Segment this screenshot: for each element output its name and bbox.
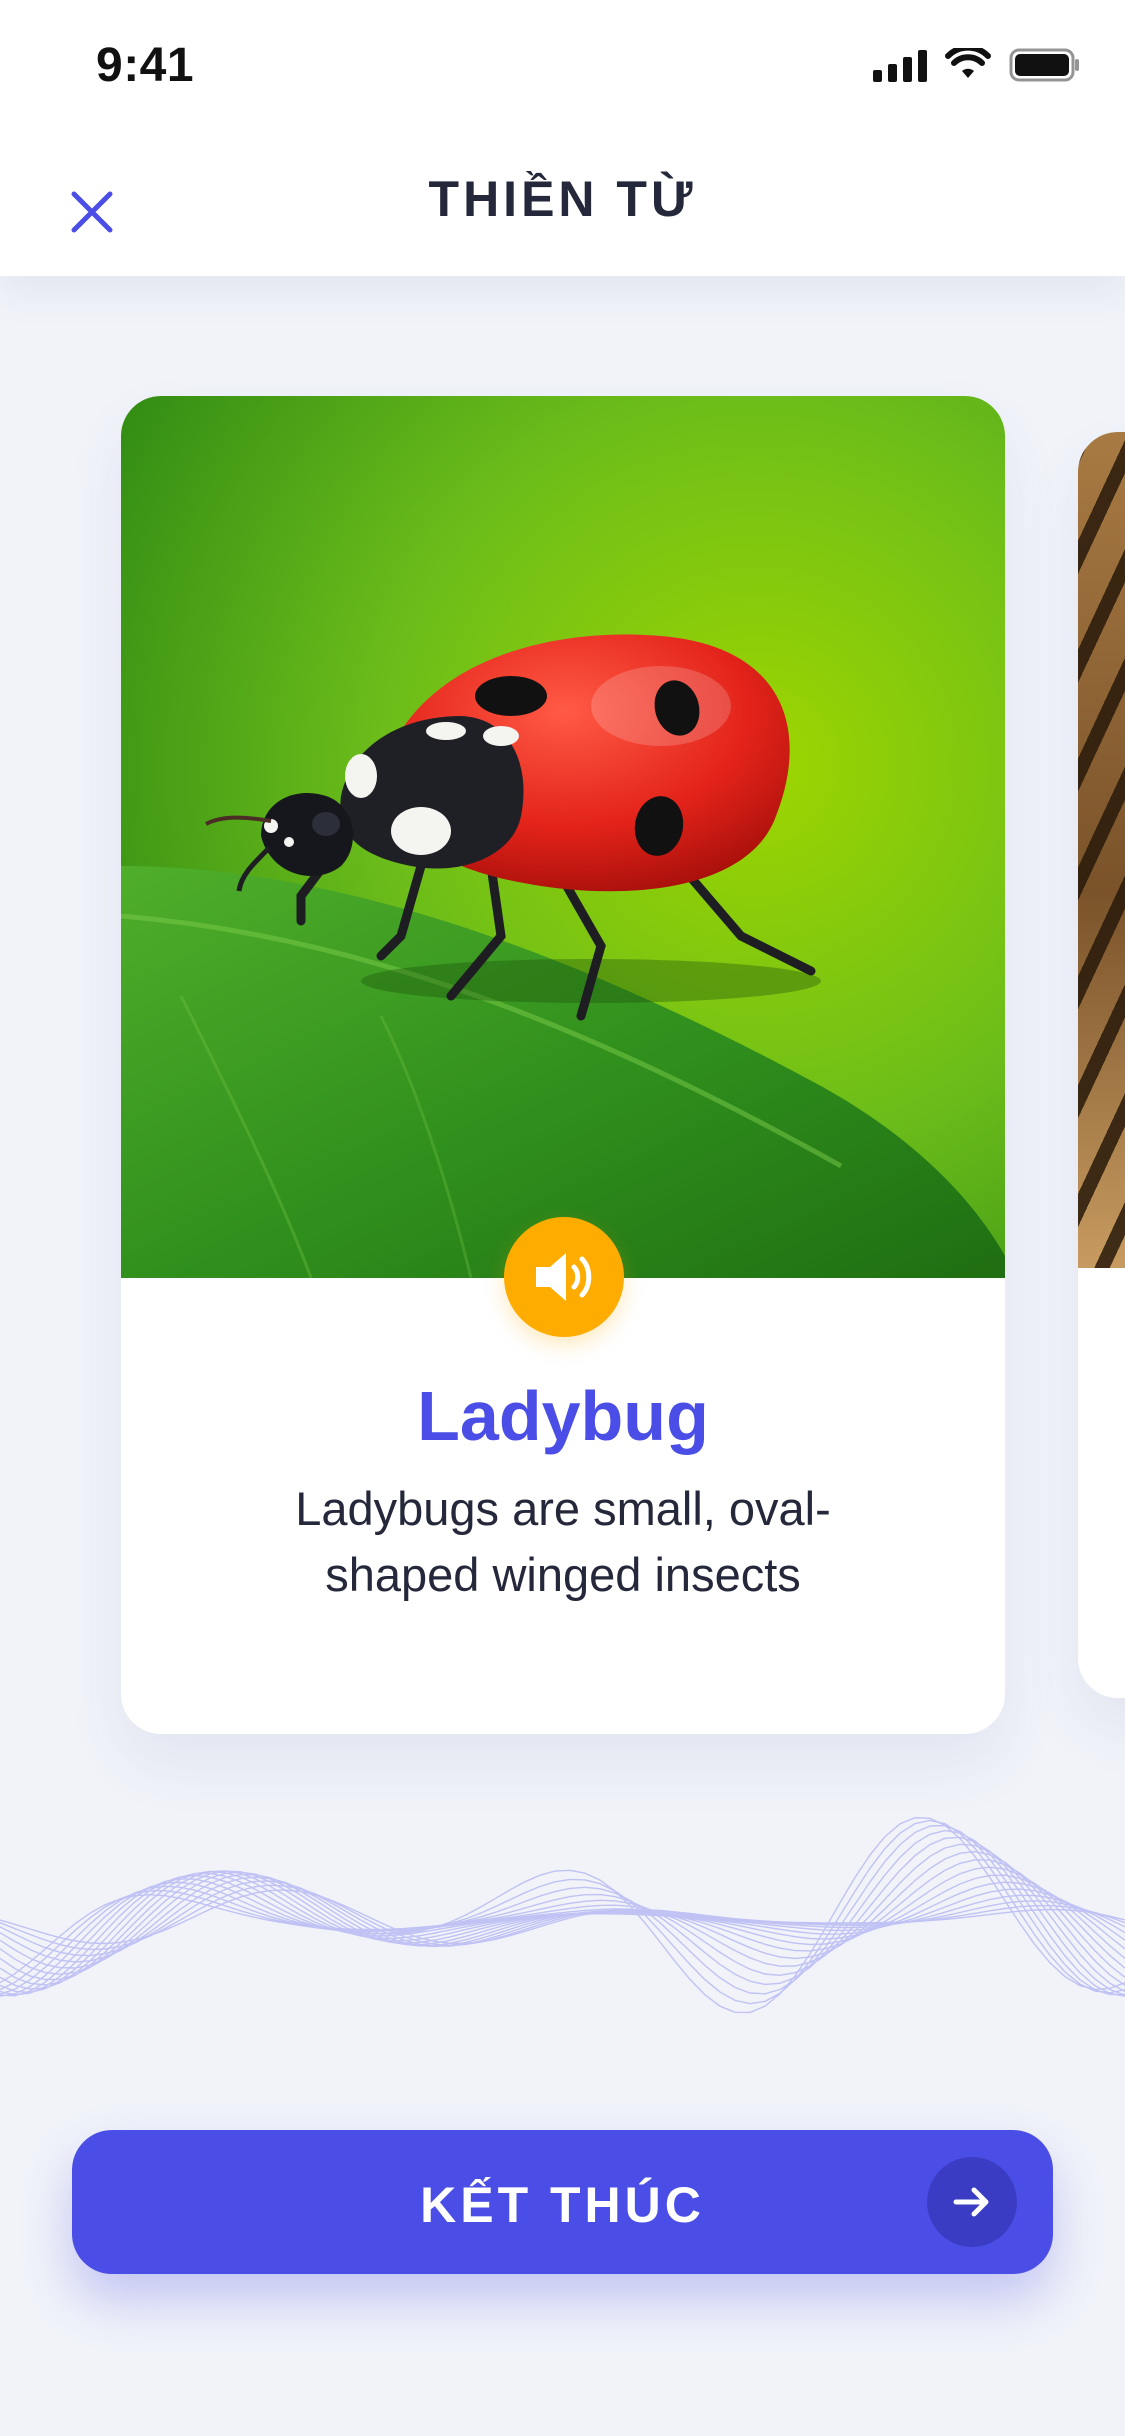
speaker-icon bbox=[536, 1253, 592, 1301]
screen: 9:41 THIỀN TỪ Ladybug Ladybugs are small… bbox=[0, 0, 1125, 2436]
wifi-icon bbox=[945, 48, 991, 78]
sound-wave-line bbox=[0, 1873, 1125, 1969]
vocabulary-card[interactable]: Ladybug Ladybugs are small, oval-shaped … bbox=[121, 396, 1005, 1734]
finish-button-label: KẾT THÚC bbox=[420, 2177, 705, 2233]
word-title: Ladybug bbox=[417, 1377, 709, 1455]
arrow-right-icon bbox=[927, 2157, 1017, 2247]
top-bar: 9:41 THIỀN TỪ bbox=[0, 0, 1125, 276]
word-description: Ladybugs are small, oval-shaped winged i… bbox=[295, 1482, 831, 1601]
status-time: 9:41 bbox=[96, 39, 195, 92]
finish-button[interactable]: KẾT THÚC bbox=[72, 2130, 1053, 2274]
next-card[interactable] bbox=[1078, 432, 1125, 1698]
sound-wave-line bbox=[0, 1859, 1125, 1990]
sound-wave-decoration bbox=[0, 1816, 1125, 2014]
sound-wave-line bbox=[0, 1850, 1125, 1994]
ladybug-image bbox=[121, 396, 1005, 1278]
cellular-signal-icon bbox=[873, 48, 927, 82]
status-icons bbox=[873, 48, 1081, 82]
page-title: THIỀN TỪ bbox=[428, 171, 697, 227]
tiger-image bbox=[1078, 432, 1125, 1268]
sound-wave-line bbox=[0, 1870, 1125, 1981]
battery-icon bbox=[1009, 48, 1079, 82]
play-sound-button[interactable] bbox=[504, 1217, 624, 1337]
